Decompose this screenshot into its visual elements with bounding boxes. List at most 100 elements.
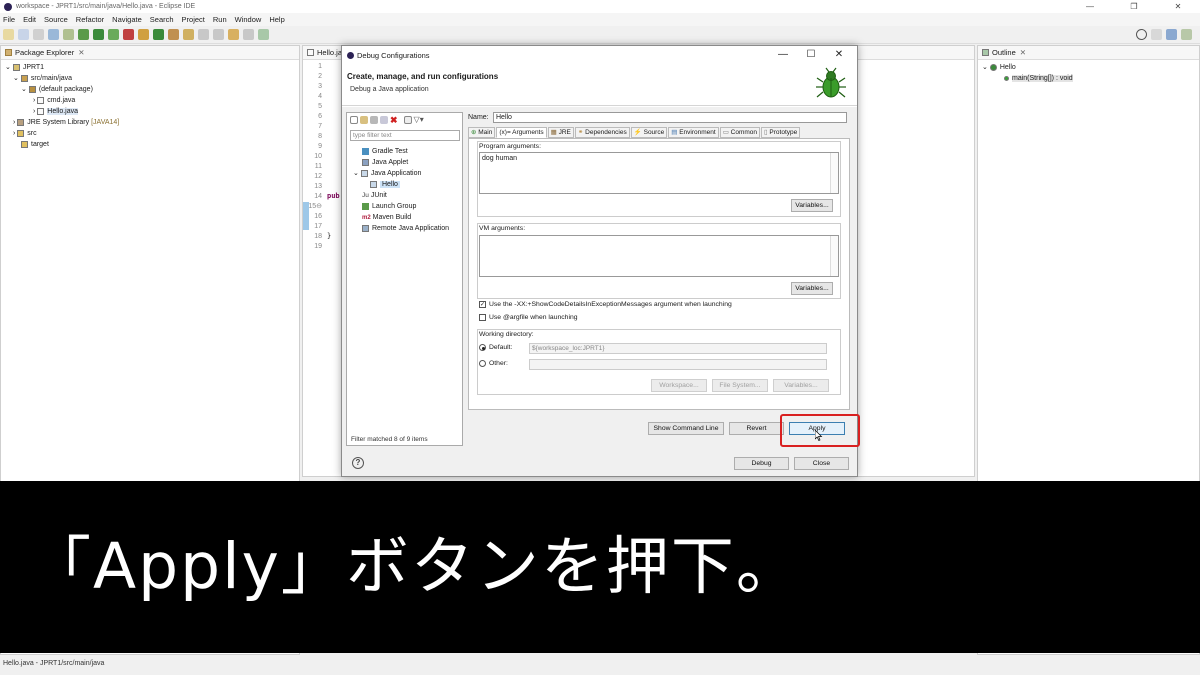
tree-item-src-main-java[interactable]: ⌄ src/main/java	[5, 73, 299, 84]
coverage-icon[interactable]	[108, 29, 119, 40]
tree-java-application[interactable]: ⌄ Java Application	[350, 168, 449, 179]
delete-icon[interactable]: ✖	[390, 116, 398, 125]
menu-navigate[interactable]: Navigate	[112, 15, 142, 24]
save-icon[interactable]	[18, 29, 29, 40]
dialog-close-button[interactable]: ✕	[825, 48, 853, 62]
tree-hello-config[interactable]: Hello	[350, 179, 449, 190]
restore-button[interactable]: ❐	[1112, 0, 1156, 13]
duplicate-icon[interactable]	[380, 116, 388, 124]
show-command-line-button[interactable]: Show Command Line	[648, 422, 724, 435]
collapse-all-icon[interactable]	[403, 116, 412, 124]
menu-window[interactable]: Window	[235, 15, 262, 24]
tab-arguments[interactable]: (x)= Arguments	[496, 127, 547, 138]
tree-launch-group[interactable]: Launch Group	[350, 201, 449, 212]
workdir-variables-button[interactable]: Variables...	[773, 379, 829, 392]
menu-help[interactable]: Help	[269, 15, 284, 24]
tab-environment[interactable]: ▤ Environment	[668, 127, 719, 138]
search-toolbar-icon[interactable]	[183, 29, 194, 40]
tree-item-cmd-java[interactable]: › cmd.java	[5, 95, 299, 106]
default-dir-radio[interactable]: Default:	[479, 344, 512, 351]
main-toolbar	[0, 26, 1200, 44]
debug-perspective-icon[interactable]	[1181, 29, 1192, 40]
tree-item-default-package[interactable]: ⌄ (default package)	[5, 84, 299, 95]
tree-item-hello-java[interactable]: › Hello.java	[5, 106, 299, 117]
show-code-details-checkbox[interactable]: ✓ Use the -XX:+ShowCodeDetailsInException…	[479, 301, 732, 308]
vm-variables-button[interactable]: Variables...	[791, 282, 833, 295]
outline-item-main[interactable]: main(String[]) : void	[982, 73, 1199, 84]
new-prototype-icon[interactable]	[360, 116, 368, 124]
dialog-maximize-button[interactable]: ☐	[797, 48, 825, 62]
program-args-scrollbar[interactable]	[830, 153, 838, 193]
tree-java-applet[interactable]: Java Applet	[350, 157, 449, 168]
close-button[interactable]: Close	[794, 457, 849, 470]
tree-maven-build[interactable]: m2 Maven Build	[350, 212, 449, 223]
debug-button[interactable]: Debug	[734, 457, 789, 470]
program-variables-button[interactable]: Variables...	[791, 199, 833, 212]
tab-common[interactable]: ▭ Common	[719, 127, 761, 138]
debug-icon[interactable]	[78, 29, 89, 40]
skip-breakpoints-icon[interactable]	[63, 29, 74, 40]
close-outline-icon[interactable]: ✕	[1020, 48, 1026, 57]
use-argfile-checkbox[interactable]: Use @argfile when launching	[479, 314, 578, 321]
new-icon[interactable]	[3, 29, 14, 40]
filter-icon[interactable]: ▽▾	[414, 116, 424, 124]
tree-gradle-test[interactable]: Gradle Test	[350, 146, 449, 157]
dialog-header-subtitle: Debug a Java application	[350, 86, 429, 93]
minimize-button[interactable]: —	[1068, 0, 1112, 13]
back-icon[interactable]	[228, 29, 239, 40]
tree-item-target[interactable]: target	[5, 139, 299, 150]
forward-icon[interactable]	[243, 29, 254, 40]
help-icon[interactable]: ?	[352, 457, 364, 469]
menu-search[interactable]: Search	[150, 15, 174, 24]
tab-dependencies[interactable]: ⚭ Dependencies	[574, 127, 630, 138]
pin-editor-icon[interactable]	[258, 29, 269, 40]
new-config-icon[interactable]	[350, 116, 358, 124]
package-tree: ⌄ JPRT1 ⌄ src/main/java ⌄ (default packa…	[1, 60, 299, 150]
dialog-eclipse-icon	[347, 51, 354, 59]
search-icon[interactable]	[1136, 29, 1147, 40]
open-perspective-icon[interactable]	[1151, 29, 1162, 40]
tree-item-project[interactable]: ⌄ JPRT1	[5, 62, 299, 73]
tree-item-src[interactable]: › src	[5, 128, 299, 139]
menu-file[interactable]: File	[3, 15, 15, 24]
menu-source[interactable]: Source	[44, 15, 68, 24]
external-tools-icon[interactable]	[123, 29, 134, 40]
run-icon[interactable]	[93, 29, 104, 40]
export-icon[interactable]	[370, 116, 378, 124]
tab-source[interactable]: ⚡ Source	[630, 127, 668, 138]
revert-button[interactable]: Revert	[729, 422, 784, 435]
dialog-minimize-button[interactable]: —	[769, 48, 797, 62]
menu-project[interactable]: Project	[182, 15, 205, 24]
vm-args-scrollbar[interactable]	[830, 236, 838, 276]
tab-main[interactable]: ⊕ Main	[468, 127, 496, 138]
outline-item-class[interactable]: ⌄ Hello	[982, 62, 1199, 73]
editor-tab-hello[interactable]: Hello.ja	[317, 48, 342, 57]
tree-item-jre-library[interactable]: › JRE System Library [JAVA14]	[5, 117, 299, 128]
program-arguments-input[interactable]: dog human	[479, 152, 839, 194]
new-class-icon[interactable]	[153, 29, 164, 40]
menu-run[interactable]: Run	[213, 15, 227, 24]
terminal-icon[interactable]	[48, 29, 59, 40]
next-annotation-icon[interactable]	[213, 29, 224, 40]
filter-input[interactable]: type filter text	[350, 130, 460, 141]
tree-remote-java-app[interactable]: Remote Java Application	[350, 223, 449, 234]
open-type-icon[interactable]	[168, 29, 179, 40]
file-system-button[interactable]: File System...	[712, 379, 768, 392]
close-view-icon[interactable]: ✕	[78, 48, 84, 57]
other-dir-radio[interactable]: Other:	[479, 360, 508, 367]
menu-refactor[interactable]: Refactor	[76, 15, 104, 24]
workspace-button[interactable]: Workspace...	[651, 379, 707, 392]
tab-prototype[interactable]: ▯ Prototype	[761, 127, 801, 138]
config-name-input[interactable]: Hello	[493, 112, 847, 123]
save-all-icon[interactable]	[33, 29, 44, 40]
menu-edit[interactable]: Edit	[23, 15, 36, 24]
annotation-icon[interactable]	[198, 29, 209, 40]
line-number-gutter: 1 2 3 4 5 6 7 8 9 10 11 12 13 14 15⊖ 16 17 18 19	[308, 63, 322, 250]
vm-arguments-input[interactable]	[479, 235, 839, 277]
new-java-project-icon[interactable]	[138, 29, 149, 40]
java-perspective-icon[interactable]	[1166, 29, 1177, 40]
close-window-button[interactable]: ✕	[1156, 0, 1200, 13]
title-bar: workspace - JPRT1/src/main/java/Hello.ja…	[0, 0, 1200, 13]
tab-jre[interactable]: ▦ JRE	[547, 127, 574, 138]
tree-junit[interactable]: Ju JUnit	[350, 190, 449, 201]
